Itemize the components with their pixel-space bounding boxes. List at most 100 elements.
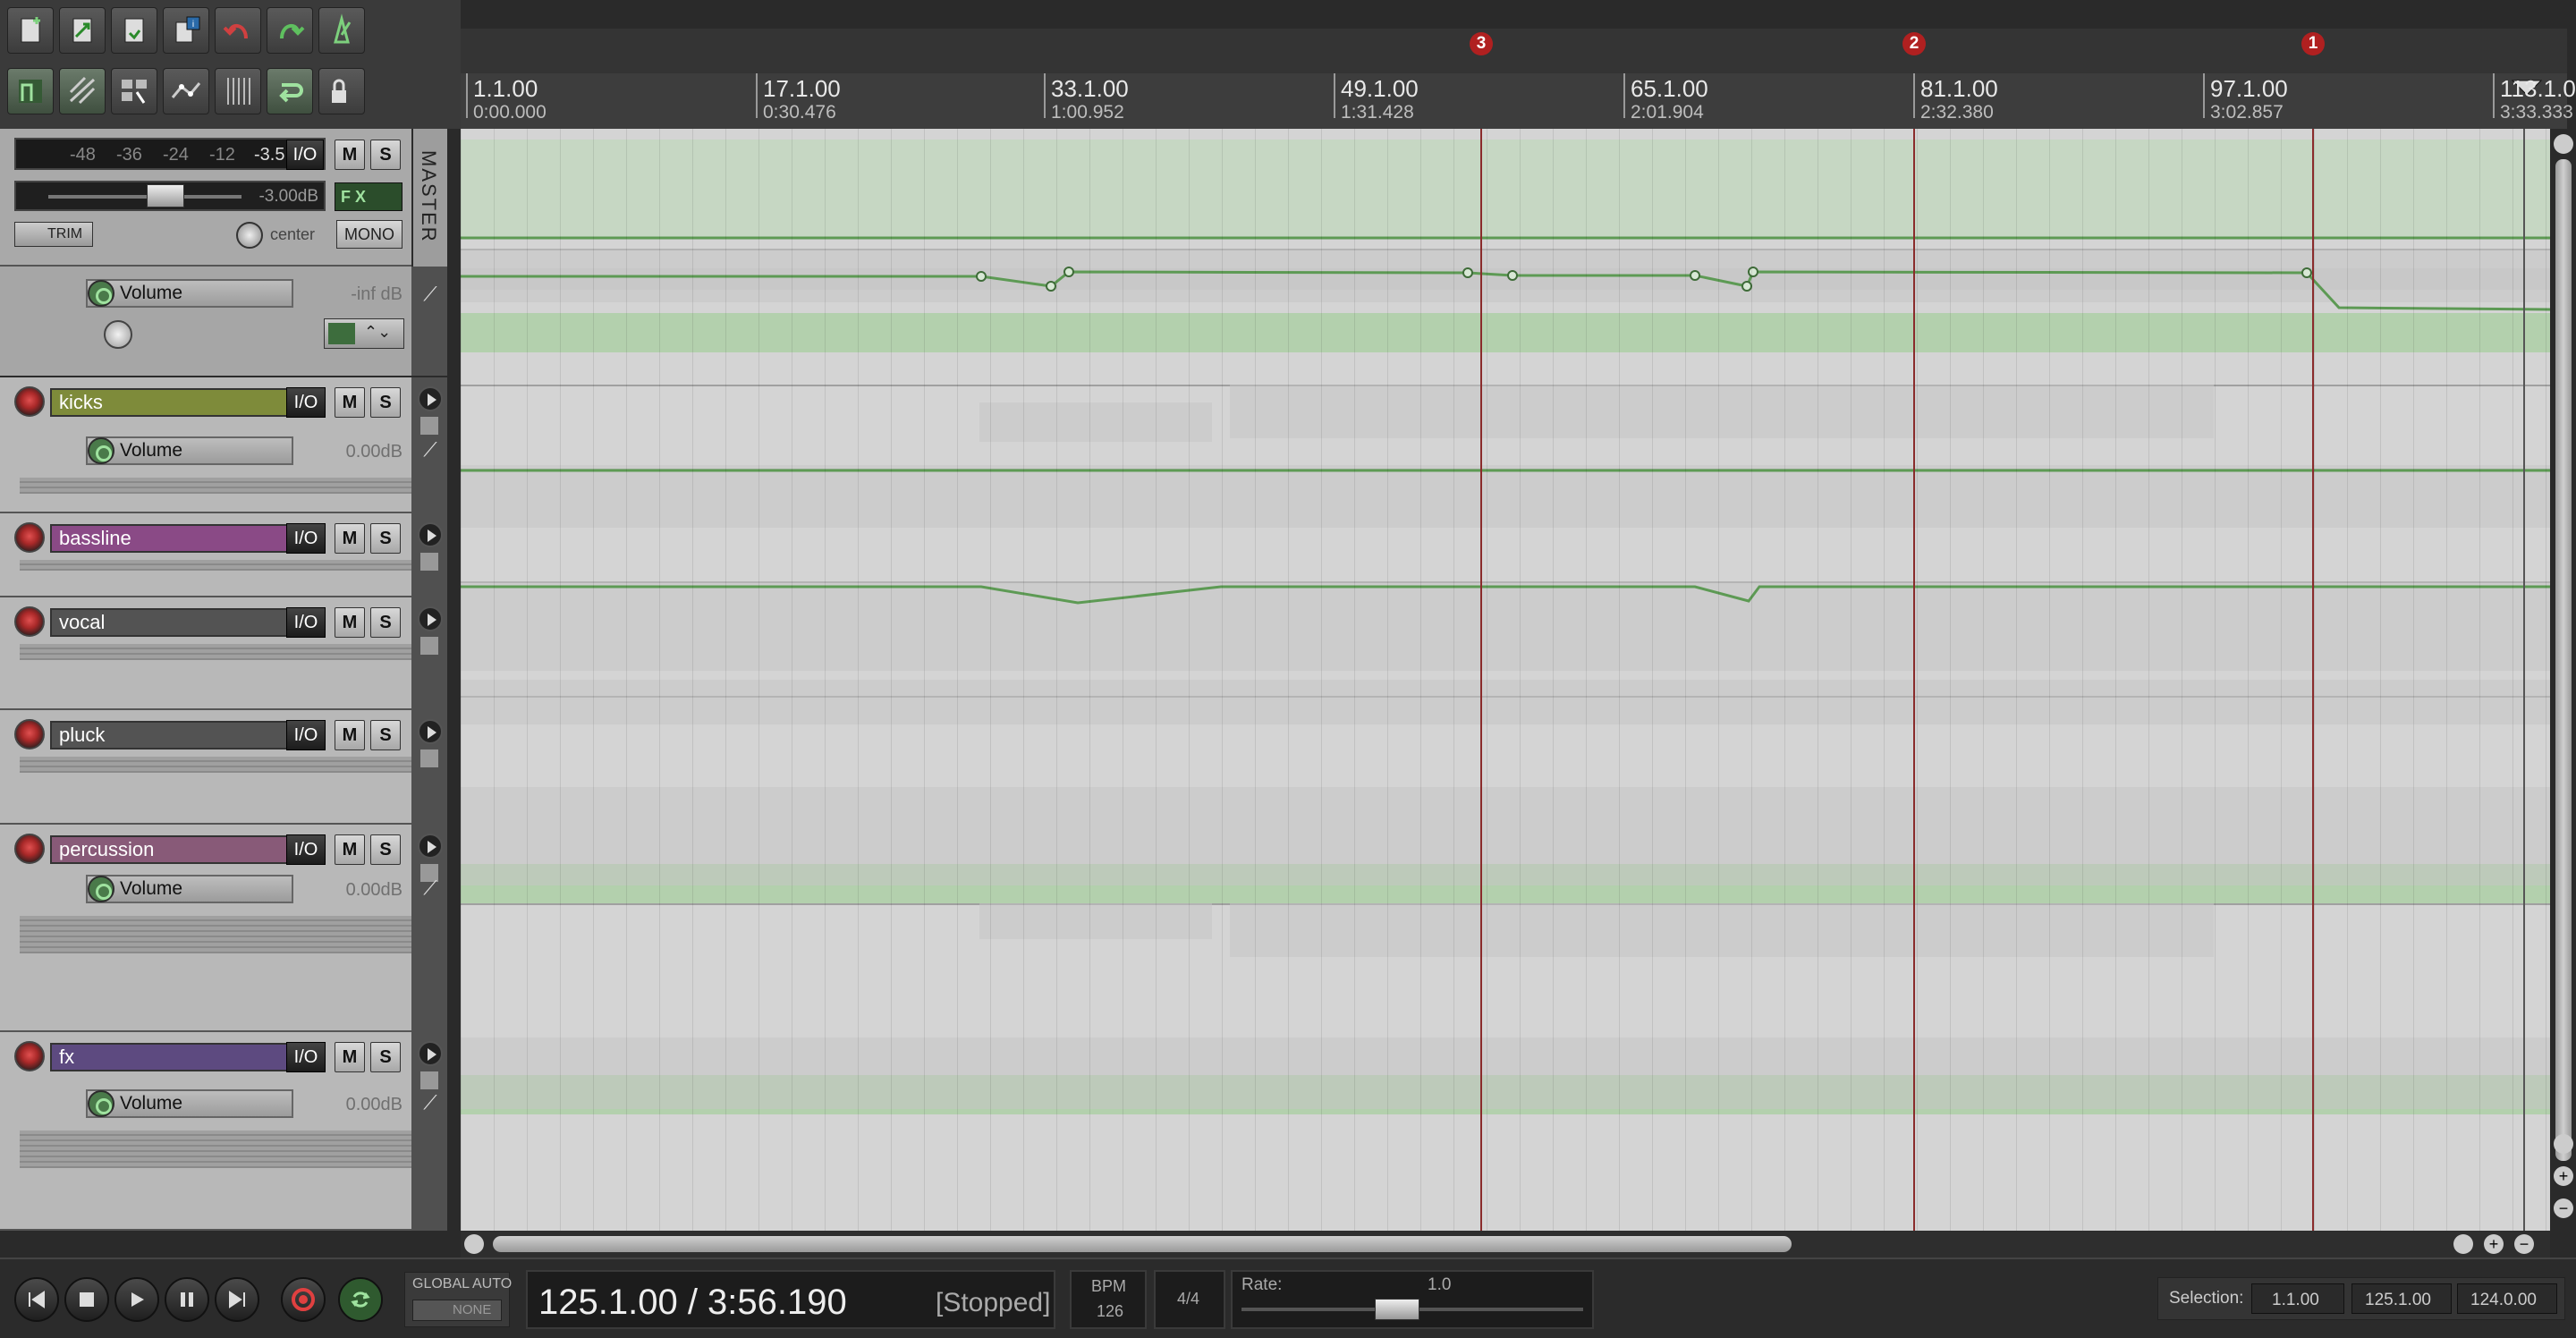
envelope-points-icon[interactable]	[163, 68, 209, 114]
track-mute-button[interactable]: M	[335, 607, 365, 638]
track-mute-button[interactable]: M	[335, 1042, 365, 1072]
record-arm-icon[interactable]	[14, 719, 45, 749]
selection-end-field[interactable]: 125.1.00	[2351, 1283, 2452, 1314]
envelope-power-icon[interactable]	[88, 437, 114, 464]
grid-icon[interactable]	[215, 68, 261, 114]
record-icon[interactable]	[281, 1277, 326, 1322]
loop-icon[interactable]	[267, 68, 313, 114]
envelope-name[interactable]: Volume	[86, 875, 293, 903]
go-to-end-icon[interactable]	[215, 1277, 259, 1322]
time-signature[interactable]: 4/4	[1154, 1270, 1225, 1329]
track-io-button[interactable]: I/O	[286, 523, 326, 554]
vertical-scroll-thumb[interactable]	[2555, 159, 2572, 1161]
record-arm-icon[interactable]	[14, 1041, 45, 1071]
fx-chain-icon[interactable]	[418, 834, 443, 859]
track-solo-button[interactable]: S	[370, 834, 401, 865]
project-settings-icon[interactable]: i	[163, 7, 209, 54]
envelope-power-icon[interactable]	[88, 876, 114, 902]
new-project-icon[interactable]	[7, 7, 54, 54]
horizontal-scroll-thumb[interactable]	[493, 1236, 1792, 1252]
track-name-field[interactable]: vocal	[50, 608, 288, 637]
scroll-right-icon[interactable]	[2453, 1234, 2473, 1254]
track-solo-button[interactable]: S	[370, 607, 401, 638]
vertical-scrollbar[interactable]: + −	[2550, 129, 2576, 1231]
playrate-control[interactable]: Rate: 1.0	[1231, 1270, 1594, 1329]
fx-chain-icon[interactable]	[418, 522, 443, 547]
bpm-display[interactable]: BPM 126	[1070, 1270, 1147, 1329]
record-arm-icon[interactable]	[14, 522, 45, 553]
global-auto-button[interactable]: GLOBAL AUTO NONE	[404, 1272, 512, 1327]
save-project-icon[interactable]	[111, 7, 157, 54]
folder-icon[interactable]	[420, 637, 438, 655]
track-io-button[interactable]: I/O	[286, 1042, 326, 1072]
arrange-view[interactable]	[461, 129, 2550, 1231]
play-icon[interactable]	[114, 1277, 159, 1322]
folder-icon[interactable]	[420, 749, 438, 767]
record-arm-icon[interactable]	[14, 386, 45, 417]
track-solo-button[interactable]: S	[370, 720, 401, 750]
track-name-field[interactable]: pluck	[50, 721, 288, 749]
track-solo-button[interactable]: S	[370, 387, 401, 418]
envelope-icon[interactable]: ⟋	[419, 438, 442, 462]
track-mute-button[interactable]: M	[335, 523, 365, 554]
track-io-button[interactable]: I/O	[286, 834, 326, 865]
folder-icon[interactable]	[420, 1071, 438, 1089]
scroll-up-icon[interactable]	[2554, 134, 2573, 154]
track-name-field[interactable]: fx	[50, 1043, 288, 1071]
zoom-out-horizontal-icon[interactable]: −	[2514, 1234, 2534, 1254]
redo-icon[interactable]	[267, 7, 313, 54]
horizontal-scrollbar[interactable]: + −	[461, 1231, 2550, 1258]
zoom-out-vertical-icon[interactable]: −	[2554, 1198, 2573, 1218]
fx-chain-icon[interactable]	[418, 606, 443, 631]
pause-icon[interactable]	[165, 1277, 209, 1322]
timeline-ruler[interactable]: 3 2 1 1.1.00 0:00.000 17.1.00 0:30.476 33.1.00…	[461, 29, 2576, 129]
fx-chain-icon[interactable]	[418, 719, 443, 744]
lock-icon[interactable]	[318, 68, 365, 114]
go-to-start-icon[interactable]	[14, 1277, 59, 1322]
main-toolbar: i	[0, 0, 461, 129]
repeat-icon[interactable]	[338, 1277, 383, 1322]
time-display[interactable]: 125.1.00 / 3:56.190 [Stopped]	[526, 1270, 1055, 1329]
folder-icon[interactable]	[420, 553, 438, 571]
project-marker[interactable]: 3	[1470, 32, 1493, 55]
zoom-in-vertical-icon[interactable]: +	[2554, 1166, 2573, 1186]
track-name-field[interactable]: bassline	[50, 524, 288, 553]
record-arm-icon[interactable]	[14, 834, 45, 864]
envelope-power-icon[interactable]	[88, 1090, 114, 1117]
track-solo-button[interactable]: S	[370, 1042, 401, 1072]
track-io-button[interactable]: I/O	[286, 720, 326, 750]
track-name-field[interactable]: percussion	[50, 835, 288, 864]
folder-icon[interactable]	[420, 417, 438, 435]
track-mute-button[interactable]: M	[335, 834, 365, 865]
track-io-button[interactable]: I/O	[286, 607, 326, 638]
rate-slider-handle[interactable]	[1374, 1299, 1419, 1320]
project-marker[interactable]: 1	[2301, 32, 2325, 55]
envelope-icon[interactable]: ⟋	[419, 876, 442, 900]
record-arm-icon[interactable]	[14, 606, 45, 637]
selection-length-field[interactable]: 124.0.00	[2457, 1283, 2557, 1314]
undo-icon[interactable]	[215, 7, 261, 54]
envelope-name[interactable]: Volume	[86, 1089, 293, 1118]
master-envelope-band	[461, 140, 2550, 238]
ripple-edit-icon[interactable]	[59, 68, 106, 114]
envelope-name[interactable]: Volume	[86, 436, 293, 465]
track-solo-button[interactable]: S	[370, 523, 401, 554]
fx-chain-icon[interactable]	[418, 386, 443, 411]
track-name-field[interactable]: kicks	[50, 388, 288, 417]
fx-chain-icon[interactable]	[418, 1041, 443, 1066]
open-project-icon[interactable]	[59, 7, 106, 54]
scroll-down-icon[interactable]	[2554, 1134, 2573, 1154]
zoom-in-horizontal-icon[interactable]: +	[2484, 1234, 2504, 1254]
snap-icon[interactable]	[7, 68, 54, 114]
metronome-icon[interactable]	[318, 7, 365, 54]
track-mute-button[interactable]: M	[335, 387, 365, 418]
track-io-button[interactable]: I/O	[286, 387, 326, 418]
envelope-icon[interactable]: ⟋	[419, 1091, 442, 1114]
selection-start-field[interactable]: 1.1.00	[2251, 1283, 2344, 1314]
project-marker[interactable]: 2	[1902, 32, 1926, 55]
scroll-left-icon[interactable]	[464, 1234, 484, 1254]
stop-icon[interactable]	[64, 1277, 109, 1322]
time-signature-value: 4/4	[1177, 1290, 1200, 1308]
track-mute-button[interactable]: M	[335, 720, 365, 750]
grouping-icon[interactable]	[111, 68, 157, 114]
